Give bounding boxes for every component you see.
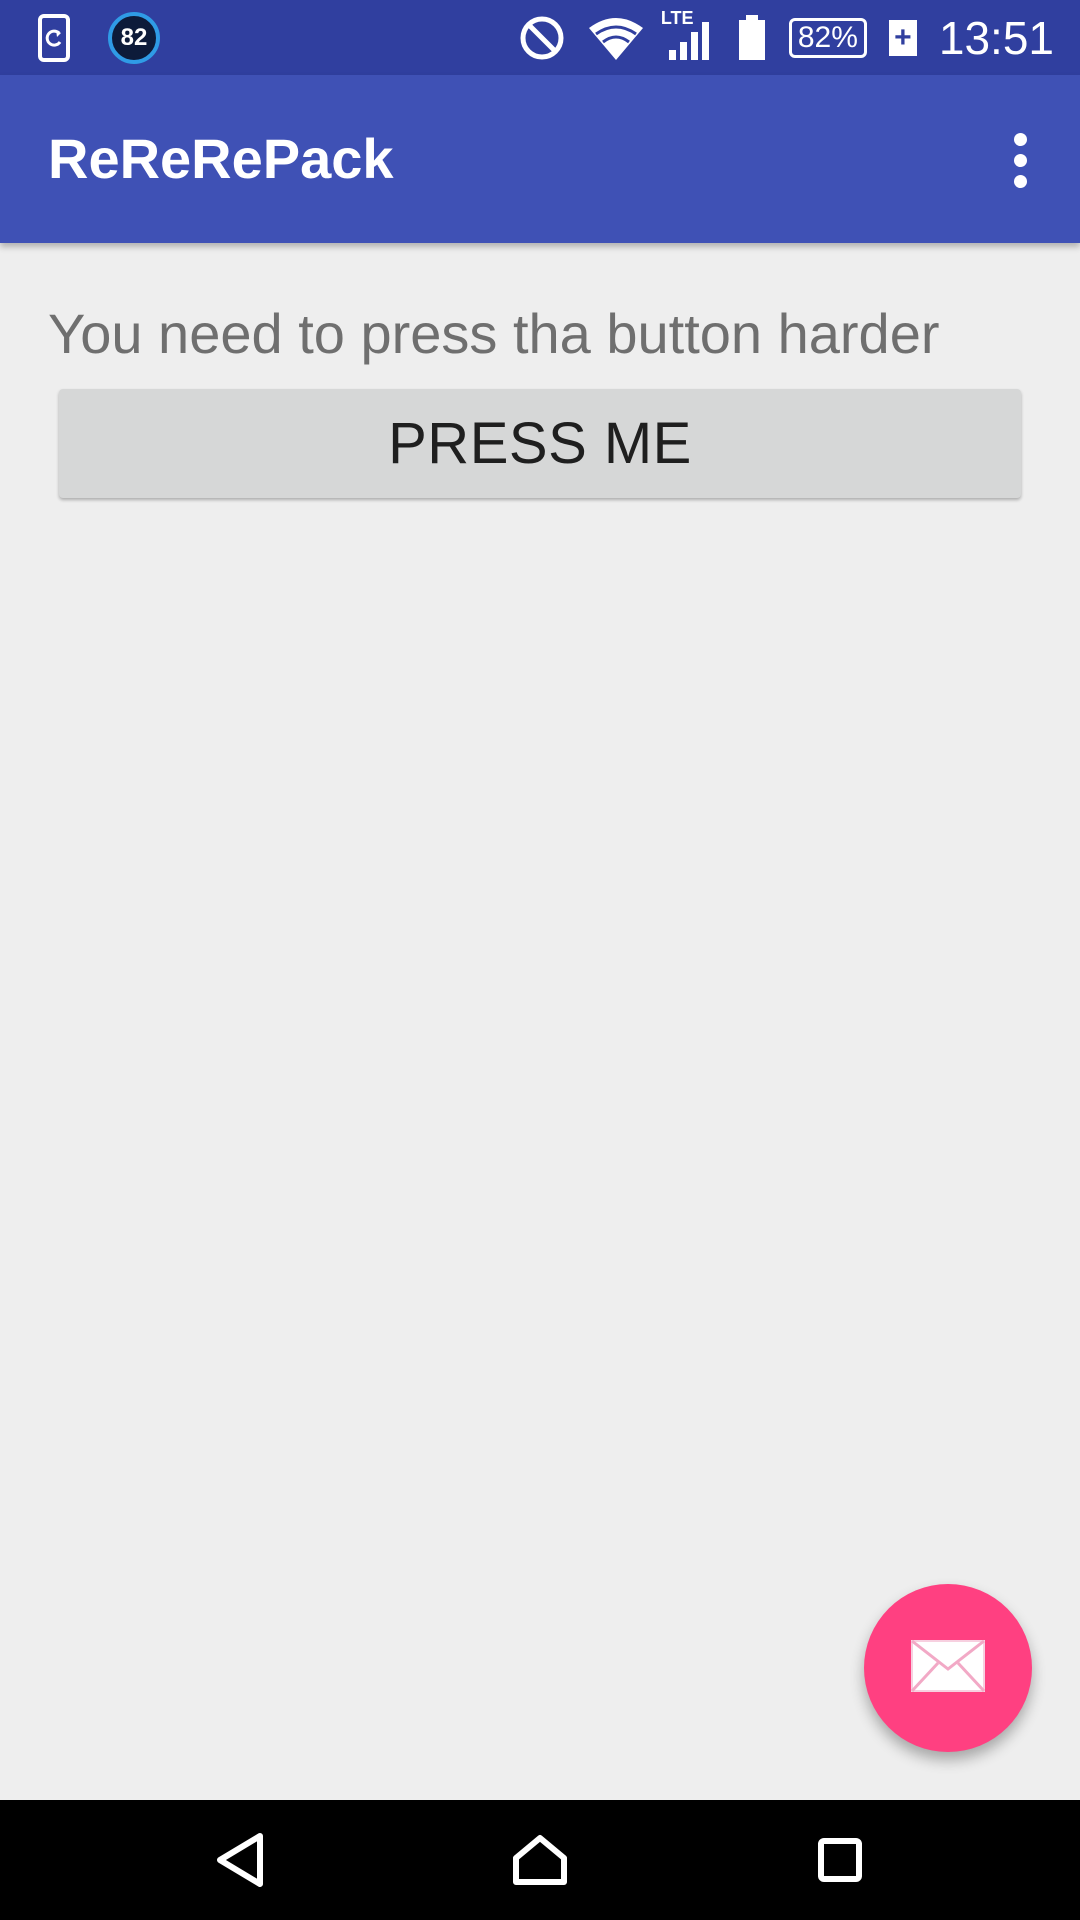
recents-icon[interactable] (800, 1820, 880, 1900)
navigation-bar (0, 1800, 1080, 1920)
mail-icon (910, 1639, 986, 1698)
press-me-button[interactable]: PRESS ME (59, 389, 1021, 498)
network-label: LTE (660, 8, 694, 28)
wifi-icon (587, 14, 645, 62)
charging-plus-icon: + (888, 20, 917, 56)
sync-phone-icon (38, 14, 70, 62)
battery-icon (737, 14, 767, 62)
app-title: ReReRePack (48, 127, 394, 190)
do-not-disturb-icon (519, 15, 565, 61)
status-message: You need to press tha button harder (48, 302, 940, 365)
back-icon[interactable] (200, 1820, 280, 1900)
more-vert-icon[interactable] (990, 125, 1050, 195)
badge-value: 82 (120, 24, 148, 51)
clock: 13:51 (938, 12, 1054, 64)
home-icon[interactable] (500, 1820, 580, 1900)
battery-percent: 82% (788, 18, 867, 58)
speed-badge-icon: 82 (108, 12, 160, 64)
lte-signal-icon: LTE (661, 8, 715, 62)
app-bar: ReReRePack (0, 75, 1080, 243)
status-bar: 82 LTE 82% + 13:51 (0, 0, 1080, 75)
mail-fab-button[interactable] (864, 1584, 1032, 1752)
